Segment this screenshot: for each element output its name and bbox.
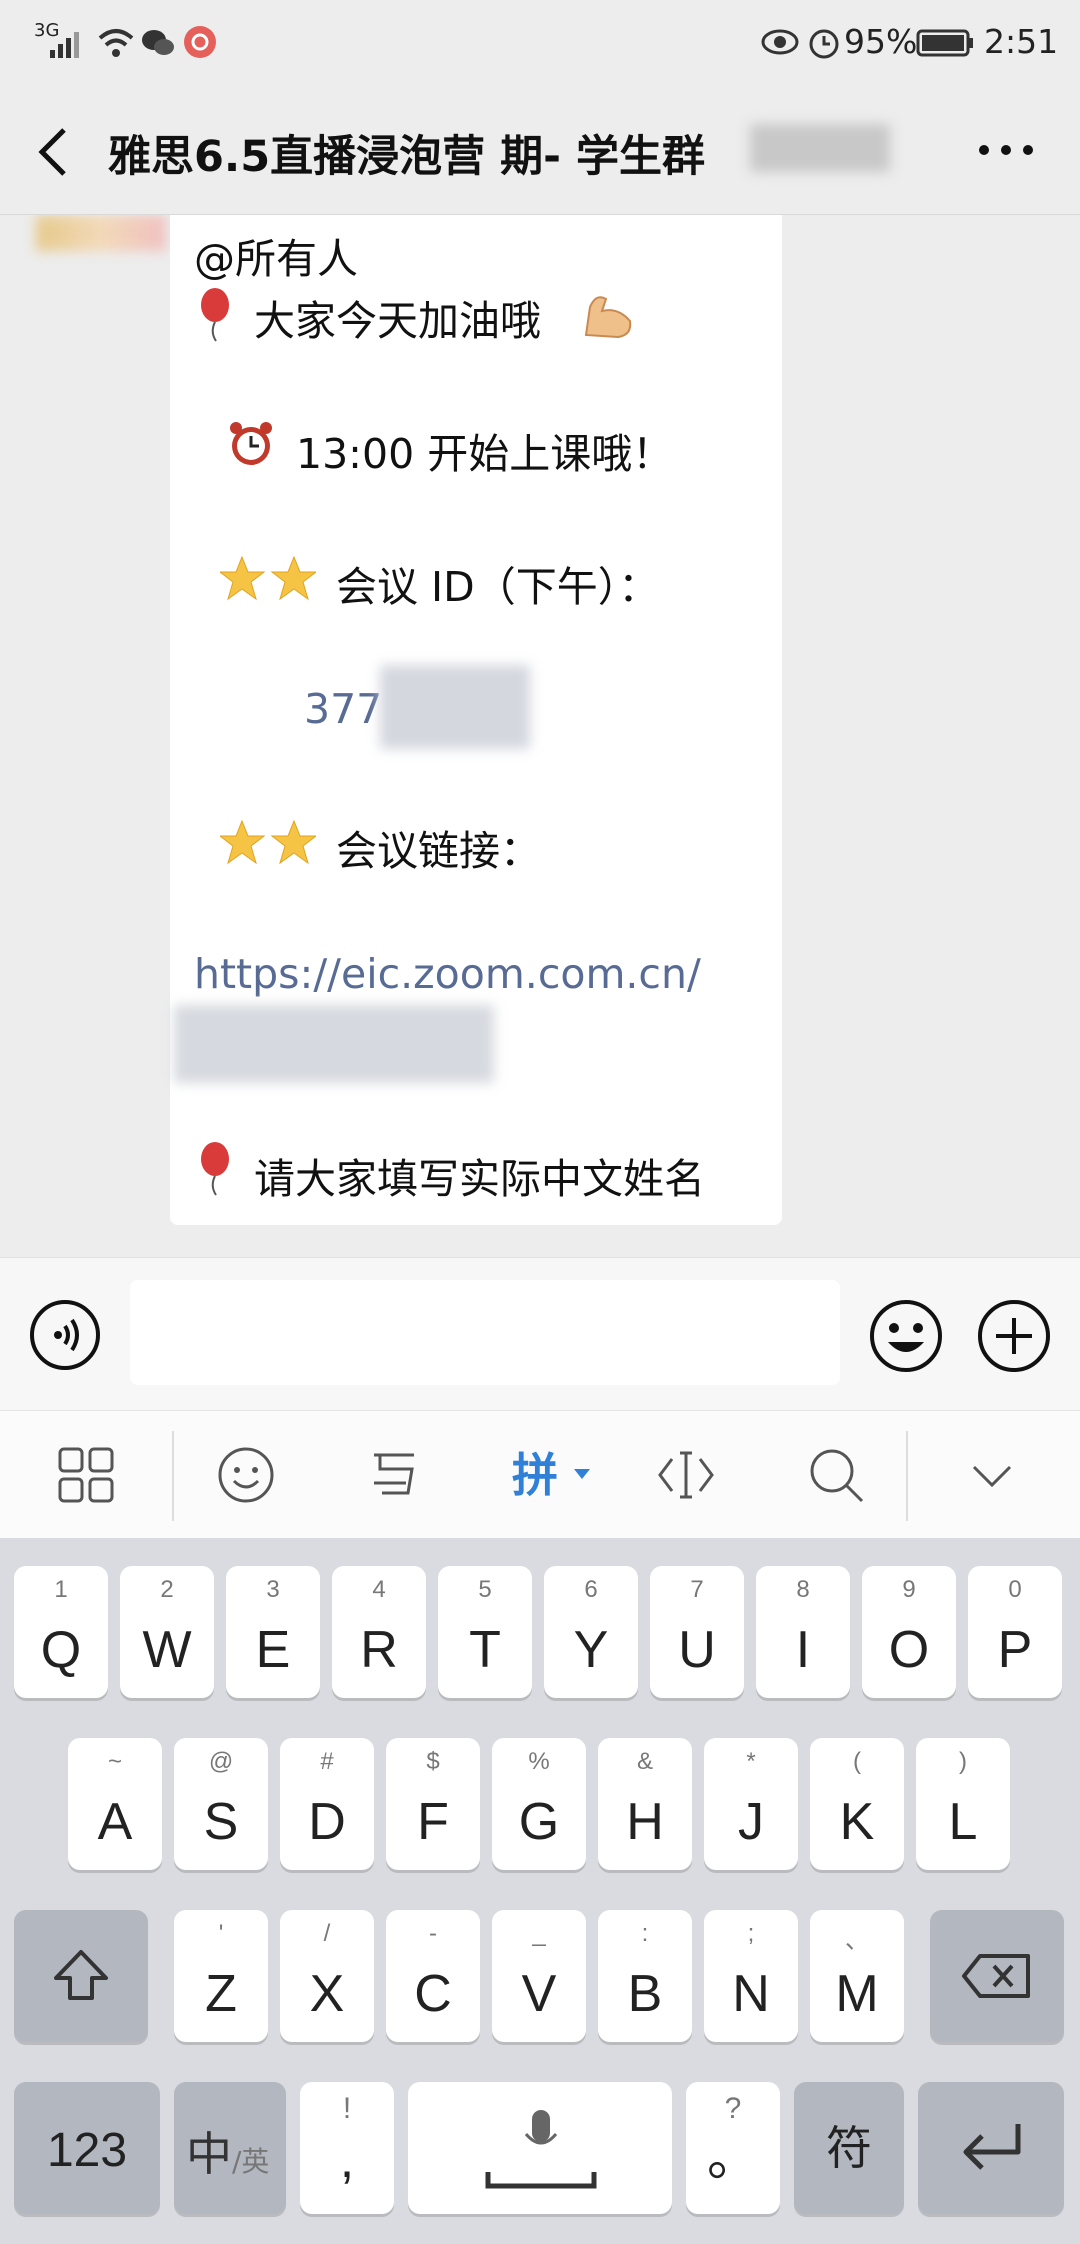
input-bar [0, 1257, 1080, 1410]
redacted-title-part [750, 124, 890, 172]
backspace-key[interactable] [930, 1910, 1064, 2042]
key-r[interactable]: 4R [332, 1566, 426, 1698]
symbols-key[interactable]: 符 [794, 2082, 904, 2214]
balloon-icon [201, 288, 229, 342]
period-key[interactable]: ? 。 [686, 2082, 780, 2214]
clock: 2:51 [984, 22, 1059, 61]
key-n[interactable]: ; N [704, 1910, 798, 2042]
mention-all[interactable]: @所有人 [194, 225, 358, 285]
add-icon[interactable] [976, 1298, 1052, 1374]
wechat-icon [142, 30, 174, 55]
key-i[interactable]: 8I [756, 1566, 850, 1698]
back-arrow-icon[interactable] [34, 126, 74, 178]
divider [906, 1431, 908, 1521]
emoji-icon[interactable] [216, 1445, 276, 1505]
eye-icon [761, 29, 799, 55]
dropdown-icon [574, 1469, 590, 1479]
language-switch-key[interactable]: 中 /英 [174, 2082, 286, 2214]
meeting-link-label: 会议链接： [336, 827, 541, 875]
microphone-icon [485, 2110, 597, 2189]
key-p[interactable]: 0P [968, 1566, 1062, 1698]
key-g[interactable]: % G [492, 1738, 586, 1870]
key-y[interactable]: 6Y [544, 1566, 638, 1698]
handwriting-icon[interactable] [366, 1447, 422, 1503]
space-key[interactable] [408, 2082, 672, 2214]
key-l[interactable]: ) L [916, 1738, 1010, 1870]
shift-key[interactable] [14, 1910, 148, 2042]
app-notification-icon [184, 26, 216, 58]
key-z[interactable]: ' Z [174, 1910, 268, 2042]
key-k[interactable]: (K [810, 1738, 904, 1870]
key-c[interactable]: -C [386, 1910, 480, 2042]
alarm-clock-icon [230, 422, 272, 465]
chat-title: 雅思6.5直播浸泡营 期- 学生群 [108, 132, 705, 182]
star-icon [220, 555, 316, 601]
message-bubble[interactable]: @所有人 大家今天加油哦 13:00 开始上课哦！ 会议 ID（下午）： 377… [170, 215, 782, 1225]
voice-icon[interactable] [28, 1298, 102, 1372]
key-m[interactable]: 、 M [810, 1910, 904, 2042]
key-u[interactable]: 7U [650, 1566, 744, 1698]
alarm-icon [809, 29, 839, 59]
key-v[interactable]: _ V [492, 1910, 586, 2042]
apps-grid-icon[interactable] [56, 1445, 116, 1505]
divider [172, 1431, 174, 1521]
ime-toolbar: 拼 [0, 1410, 1080, 1539]
pinyin-mode-label[interactable]: 拼 [512, 1439, 558, 1505]
key-t[interactable]: 5T [438, 1566, 532, 1698]
message-line: 大家今天加油哦 [254, 297, 541, 345]
message-line: 请大家填写实际中文姓名 [254, 1155, 705, 1203]
numbers-key[interactable]: 123 [14, 2082, 160, 2214]
search-icon[interactable] [806, 1445, 866, 1505]
battery-percent: 95% [844, 22, 918, 61]
key-w[interactable]: 2W [120, 1566, 214, 1698]
key-b[interactable]: :B [598, 1910, 692, 2042]
backspace-icon [962, 1954, 1030, 1998]
cursor-move-icon[interactable] [656, 1445, 716, 1505]
enter-icon [963, 2124, 1021, 2170]
signal-icon [50, 32, 79, 58]
star-icon [220, 819, 316, 865]
balloon-icon [201, 1142, 229, 1196]
collapse-keyboard-icon[interactable] [970, 1461, 1014, 1491]
key-x[interactable]: / X [280, 1910, 374, 2042]
keyboard: 1Q 2W 3E 4R 5T 6Y 7U 8I 9O 0P ~ A @ S # D $… [0, 1538, 1080, 2244]
key-s[interactable]: @ S [174, 1738, 268, 1870]
chat-area: @所有人 大家今天加油哦 13:00 开始上课哦！ 会议 ID（下午）： 377… [0, 215, 1080, 1257]
status-bar: 3G 95% 2:51 [0, 0, 1080, 86]
key-f[interactable]: $ F [386, 1738, 480, 1870]
wifi-icon [98, 29, 134, 57]
key-d[interactable]: # D [280, 1738, 374, 1870]
meeting-id[interactable]: 377 [304, 685, 382, 733]
battery-icon [916, 29, 973, 57]
comma-key[interactable]: ! , [300, 2082, 394, 2214]
more-icon[interactable] [976, 142, 1036, 158]
message-line: 13:00 开始上课哦！ [296, 430, 674, 478]
enter-key[interactable] [918, 2082, 1064, 2214]
redacted-link-part [174, 1005, 494, 1083]
flexed-arm-icon [584, 296, 632, 339]
shift-icon [54, 1950, 108, 2000]
chat-header: 雅思6.5直播浸泡营 期- 学生群 [0, 86, 1080, 215]
key-e[interactable]: 3E [226, 1566, 320, 1698]
emoji-icon[interactable] [868, 1298, 944, 1374]
message-input[interactable] [130, 1280, 840, 1385]
key-h[interactable]: & H [598, 1738, 692, 1870]
meeting-id-label: 会议 ID（下午）： [336, 563, 660, 611]
avatar[interactable] [36, 215, 166, 251]
key-a[interactable]: ~ A [68, 1738, 162, 1870]
meeting-link[interactable]: https://eic.zoom.com.cn/ [194, 950, 701, 998]
key-q[interactable]: 1Q [14, 1566, 108, 1698]
key-j[interactable]: * J [704, 1738, 798, 1870]
key-o[interactable]: 9O [862, 1566, 956, 1698]
redacted-meeting-id [380, 665, 530, 749]
